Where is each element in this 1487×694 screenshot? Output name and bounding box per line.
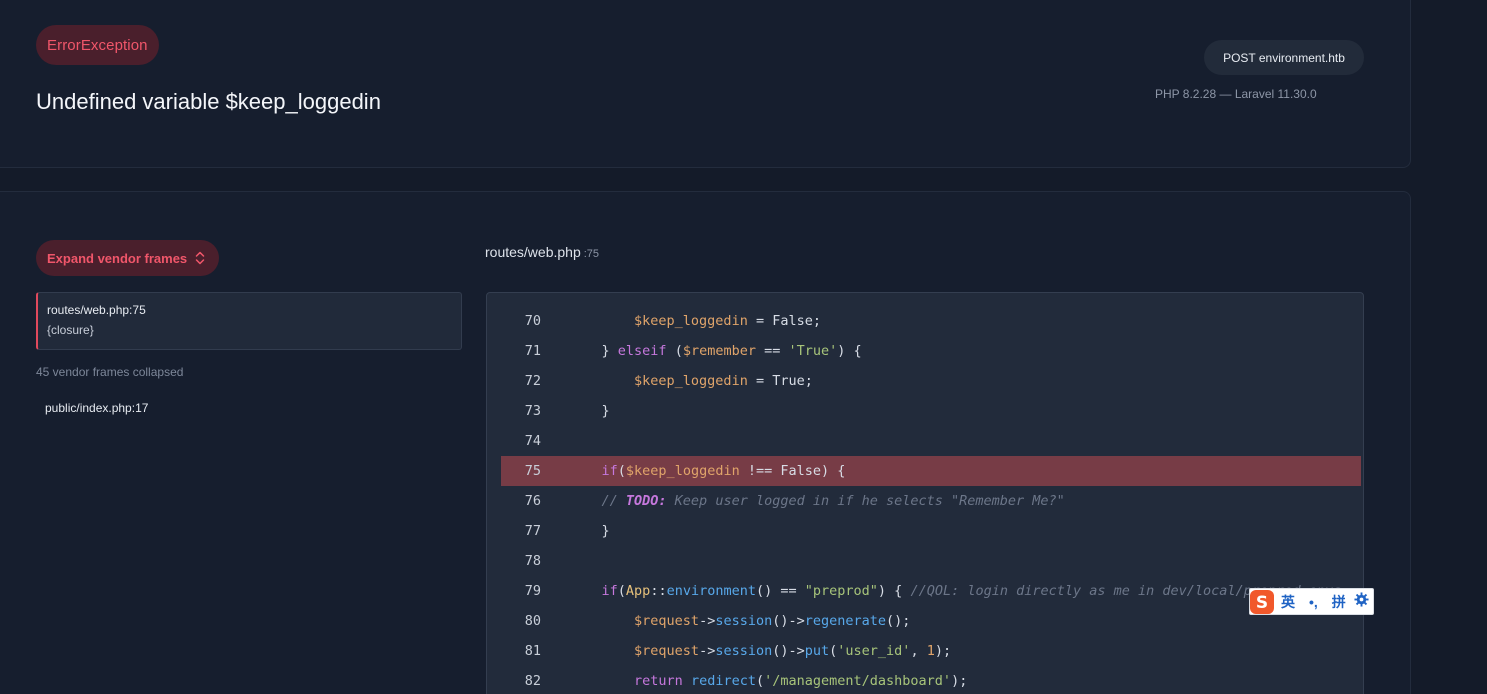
- line-code: if(App::environment() == "preprod") { //…: [601, 583, 1342, 599]
- line-number: 81: [524, 643, 541, 659]
- ime-pinyin-toggle[interactable]: 拼: [1332, 592, 1346, 612]
- line-number: 71: [524, 343, 541, 359]
- line-number: 72: [524, 373, 541, 389]
- line-code: return redirect('/management/dashboard')…: [634, 673, 968, 689]
- line-number: 70: [524, 313, 541, 329]
- request-method-url[interactable]: POST environment.htb: [1204, 40, 1364, 75]
- line-number: 74: [524, 433, 541, 449]
- code-line: 79 if(App::environment() == "preprod") {…: [501, 576, 1361, 606]
- code-line-highlighted: 75 if($keep_loggedin !== False) {: [501, 456, 1361, 486]
- stack-frame-item[interactable]: public/index.php:17: [45, 401, 148, 415]
- exception-header: [0, 0, 1411, 168]
- code-line: 80 $request->session()->regenerate();: [501, 606, 1361, 636]
- vendor-frames-collapsed-count[interactable]: 45 vendor frames collapsed: [36, 365, 183, 379]
- line-code: }: [601, 403, 610, 419]
- php-laravel-versions: PHP 8.2.28 — Laravel 11.30.0: [1155, 87, 1317, 101]
- line-code: if($keep_loggedin !== False) {: [601, 463, 846, 479]
- gear-icon[interactable]: [1354, 592, 1369, 611]
- line-code: $request->session()->put('user_id', 1);: [634, 643, 952, 659]
- line-number: 79: [524, 583, 541, 599]
- line-code: $keep_loggedin = True;: [634, 373, 813, 389]
- code-line: 74: [501, 426, 1361, 456]
- line-number: 75: [524, 463, 541, 479]
- code-line: 73 }: [501, 396, 1361, 426]
- code-line: 81 $request->session()->put('user_id', 1…: [501, 636, 1361, 666]
- code-line: 72 $keep_loggedin = True;: [501, 366, 1361, 396]
- code-line: 82 return redirect('/management/dashboar…: [501, 666, 1361, 694]
- stack-frame-file: routes/web.php:75: [47, 303, 146, 317]
- code-line: 71 } elseif ($remember == 'True') {: [501, 336, 1361, 366]
- line-code: // TODO: Keep user logged in if he selec…: [601, 493, 1065, 509]
- line-number: 76: [524, 493, 541, 509]
- stack-frame-function: {closure}: [47, 323, 94, 337]
- code-line: 78: [501, 546, 1361, 576]
- code-line: 70 $keep_loggedin = False;: [501, 306, 1361, 336]
- chevron-up-down-icon: [195, 251, 205, 265]
- stack-frame-active[interactable]: routes/web.php:75 {closure}: [36, 292, 462, 350]
- code-line: 76 // TODO: Keep user logged in if he se…: [501, 486, 1361, 516]
- line-code: $request->session()->regenerate();: [634, 613, 911, 629]
- error-page: ErrorException Undefined variable $keep_…: [0, 0, 1487, 694]
- line-number: 78: [524, 553, 541, 569]
- line-number: 73: [524, 403, 541, 419]
- line-number: 77: [524, 523, 541, 539]
- ime-toolbar[interactable]: S 英 •, 拼: [1249, 588, 1374, 615]
- expand-vendor-frames-label: Expand vendor frames: [47, 250, 188, 266]
- line-number: 82: [524, 673, 541, 689]
- code-file-name: routes/web.php: [485, 244, 581, 260]
- code-file-path: routes/web.php:75: [485, 244, 599, 260]
- code-line: 77 }: [501, 516, 1361, 546]
- ime-language-toggle[interactable]: 英: [1281, 592, 1295, 612]
- expand-vendor-frames-button[interactable]: Expand vendor frames: [36, 240, 220, 276]
- exception-type-badge: ErrorException: [36, 25, 159, 65]
- code-snippet-panel: 70 $keep_loggedin = False; 71 } elseif (…: [486, 292, 1364, 694]
- ime-punctuation-toggle[interactable]: •,: [1309, 594, 1318, 610]
- sogou-logo-icon[interactable]: S: [1249, 589, 1275, 615]
- error-message-title: Undefined variable $keep_loggedin: [36, 89, 381, 114]
- line-code: $keep_loggedin = False;: [634, 313, 821, 329]
- line-number: 80: [524, 613, 541, 629]
- line-code: }: [601, 523, 610, 539]
- line-code: } elseif ($remember == 'True') {: [601, 343, 862, 359]
- svg-text:S: S: [1256, 593, 1268, 613]
- code-line-ref: :75: [583, 248, 600, 260]
